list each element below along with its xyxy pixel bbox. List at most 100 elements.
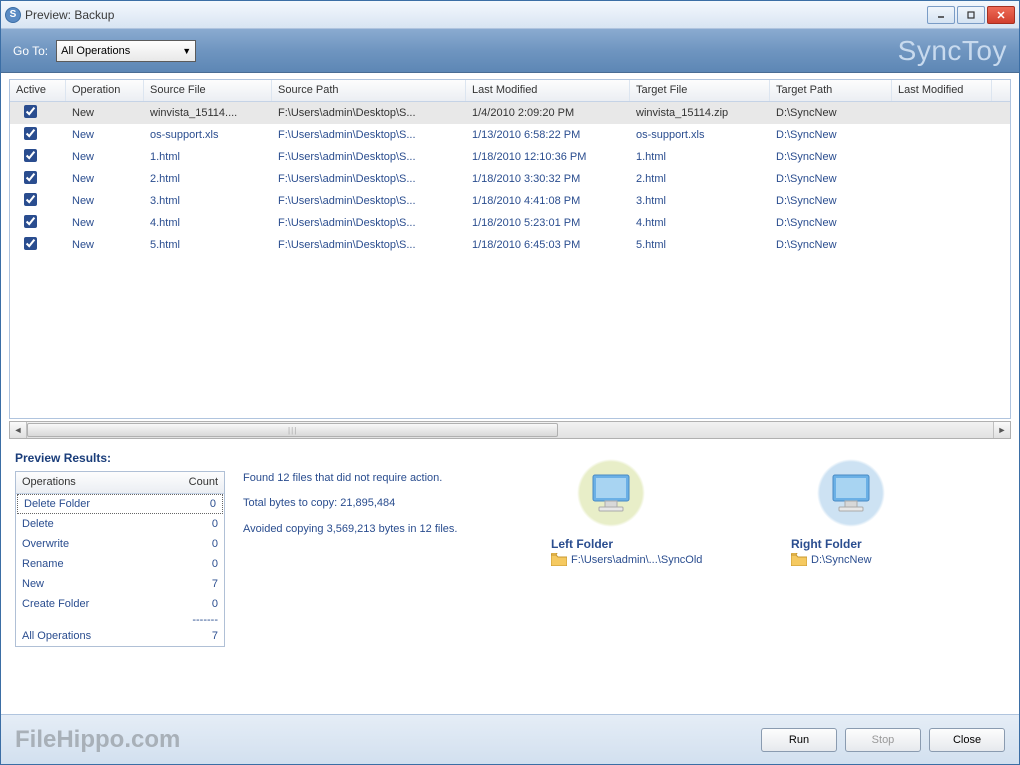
ops-row[interactable]: Rename0 xyxy=(16,554,224,574)
ops-count: 0 xyxy=(178,598,218,610)
cell-operation: New xyxy=(66,193,144,209)
cell-source-path: F:\Users\admin\Desktop\S... xyxy=(272,105,466,121)
operations-summary-table: Operations Count Delete Folder0Delete0Ov… xyxy=(15,471,225,647)
table-row[interactable]: Newwinvista_15114....F:\Users\admin\Desk… xyxy=(10,102,1010,124)
cell-target-file: 2.html xyxy=(630,171,770,187)
run-button[interactable]: Run xyxy=(761,728,837,752)
brand-logo: SyncToy xyxy=(898,35,1007,67)
ops-label: Rename xyxy=(22,558,178,570)
cell-source-file: winvista_15114.... xyxy=(144,105,272,121)
cell-target-path: D:\SyncNew xyxy=(770,127,892,143)
col-target-path[interactable]: Target Path xyxy=(770,80,892,101)
ops-label: Overwrite xyxy=(22,538,178,550)
cell-operation: New xyxy=(66,127,144,143)
cell-source-path: F:\Users\admin\Desktop\S... xyxy=(272,193,466,209)
scroll-track[interactable] xyxy=(27,422,993,438)
table-row[interactable]: New2.htmlF:\Users\admin\Desktop\S...1/18… xyxy=(10,168,1010,190)
table-row[interactable]: New5.htmlF:\Users\admin\Desktop\S...1/18… xyxy=(10,234,1010,256)
cell-last-modified-2 xyxy=(892,199,992,203)
left-folder-path-row: F:\Users\admin\...\SyncOld xyxy=(551,553,702,566)
scroll-thumb[interactable] xyxy=(27,423,558,437)
cell-source-path: F:\Users\admin\Desktop\S... xyxy=(272,149,466,165)
active-checkbox[interactable] xyxy=(24,149,37,162)
active-checkbox[interactable] xyxy=(24,127,37,140)
col-last-modified[interactable]: Last Modified xyxy=(466,80,630,101)
cell-operation: New xyxy=(66,215,144,231)
cell-target-file: 3.html xyxy=(630,193,770,209)
cell-target-file: winvista_15114.zip xyxy=(630,105,770,121)
operations-table: Active Operation Source File Source Path… xyxy=(9,79,1011,419)
cell-last-modified: 1/18/2010 6:45:03 PM xyxy=(466,237,630,253)
close-button[interactable] xyxy=(987,6,1015,24)
cell-target-file: 1.html xyxy=(630,149,770,165)
cell-source-file: 2.html xyxy=(144,171,272,187)
cell-target-file: 5.html xyxy=(630,237,770,253)
horizontal-scrollbar[interactable]: ◄ ► xyxy=(9,421,1011,439)
cell-source-file: 4.html xyxy=(144,215,272,231)
cell-last-modified: 1/13/2010 6:58:22 PM xyxy=(466,127,630,143)
cell-source-file: os-support.xls xyxy=(144,127,272,143)
ops-count: 0 xyxy=(178,518,218,530)
table-row[interactable]: New4.htmlF:\Users\admin\Desktop\S...1/18… xyxy=(10,212,1010,234)
cell-last-modified: 1/4/2010 2:09:20 PM xyxy=(466,105,630,121)
titlebar[interactable]: S Preview: Backup xyxy=(1,1,1019,29)
minimize-button[interactable] xyxy=(927,6,955,24)
table-row[interactable]: Newos-support.xlsF:\Users\admin\Desktop\… xyxy=(10,124,1010,146)
ops-row[interactable]: Overwrite0 xyxy=(16,534,224,554)
ops-row[interactable]: Delete0 xyxy=(16,514,224,534)
footer: FileHippo.com Run Stop Close xyxy=(1,714,1019,764)
cell-last-modified-2 xyxy=(892,177,992,181)
active-checkbox[interactable] xyxy=(24,237,37,250)
folder-icon xyxy=(551,553,567,566)
ops-label: New xyxy=(22,578,178,590)
col-source-path[interactable]: Source Path xyxy=(272,80,466,101)
cell-target-file: os-support.xls xyxy=(630,127,770,143)
ops-row[interactable]: Create Folder0 xyxy=(16,594,224,614)
col-operation[interactable]: Operation xyxy=(66,80,144,101)
cell-source-file: 5.html xyxy=(144,237,272,253)
cell-target-path: D:\SyncNew xyxy=(770,193,892,209)
watermark: FileHippo.com xyxy=(15,726,180,754)
right-folder-title: Right Folder xyxy=(791,537,862,551)
col-target-file[interactable]: Target File xyxy=(630,80,770,101)
all-ops-label: All Operations xyxy=(22,630,178,642)
stop-button[interactable]: Stop xyxy=(845,728,921,752)
ops-label: Delete Folder xyxy=(24,498,176,510)
ops-header-count[interactable]: Count xyxy=(174,472,224,493)
ops-count: 0 xyxy=(178,558,218,570)
cell-operation: New xyxy=(66,171,144,187)
ops-row[interactable]: Delete Folder0 xyxy=(17,494,223,514)
table-body: Newwinvista_15114....F:\Users\admin\Desk… xyxy=(10,102,1010,418)
table-header: Active Operation Source File Source Path… xyxy=(10,80,1010,102)
cell-last-modified-2 xyxy=(892,243,992,247)
active-checkbox[interactable] xyxy=(24,105,37,118)
ops-label: Create Folder xyxy=(22,598,178,610)
cell-last-modified: 1/18/2010 12:10:36 PM xyxy=(466,149,630,165)
goto-select[interactable]: All Operations ▼ xyxy=(56,40,196,62)
right-folder-path-row: D:\SyncNew xyxy=(791,553,872,566)
active-checkbox[interactable] xyxy=(24,171,37,184)
right-folder-path: D:\SyncNew xyxy=(811,554,872,566)
table-row[interactable]: New3.htmlF:\Users\admin\Desktop\S...1/18… xyxy=(10,190,1010,212)
folder-icon xyxy=(791,553,807,566)
active-checkbox[interactable] xyxy=(24,215,37,228)
cell-last-modified: 1/18/2010 3:30:32 PM xyxy=(466,171,630,187)
col-last-modified-2[interactable]: Last Modified xyxy=(892,80,992,101)
all-operations-row[interactable]: All Operations 7 xyxy=(16,626,224,646)
col-source-file[interactable]: Source File xyxy=(144,80,272,101)
scroll-right-arrow[interactable]: ► xyxy=(993,422,1010,438)
ops-header-label[interactable]: Operations xyxy=(16,472,174,493)
table-row[interactable]: New1.htmlF:\Users\admin\Desktop\S...1/18… xyxy=(10,146,1010,168)
ops-row[interactable]: New7 xyxy=(16,574,224,594)
summary-line-2: Total bytes to copy: 21,895,484 xyxy=(243,496,533,511)
ops-label: Delete xyxy=(22,518,178,530)
left-folder-title: Left Folder xyxy=(551,537,613,551)
app-icon: S xyxy=(5,7,21,23)
col-active[interactable]: Active xyxy=(10,80,66,101)
maximize-button[interactable] xyxy=(957,6,985,24)
close-dialog-button[interactable]: Close xyxy=(929,728,1005,752)
active-checkbox[interactable] xyxy=(24,193,37,206)
goto-label: Go To: xyxy=(13,44,48,58)
cell-last-modified-2 xyxy=(892,133,992,137)
scroll-left-arrow[interactable]: ◄ xyxy=(10,422,27,438)
